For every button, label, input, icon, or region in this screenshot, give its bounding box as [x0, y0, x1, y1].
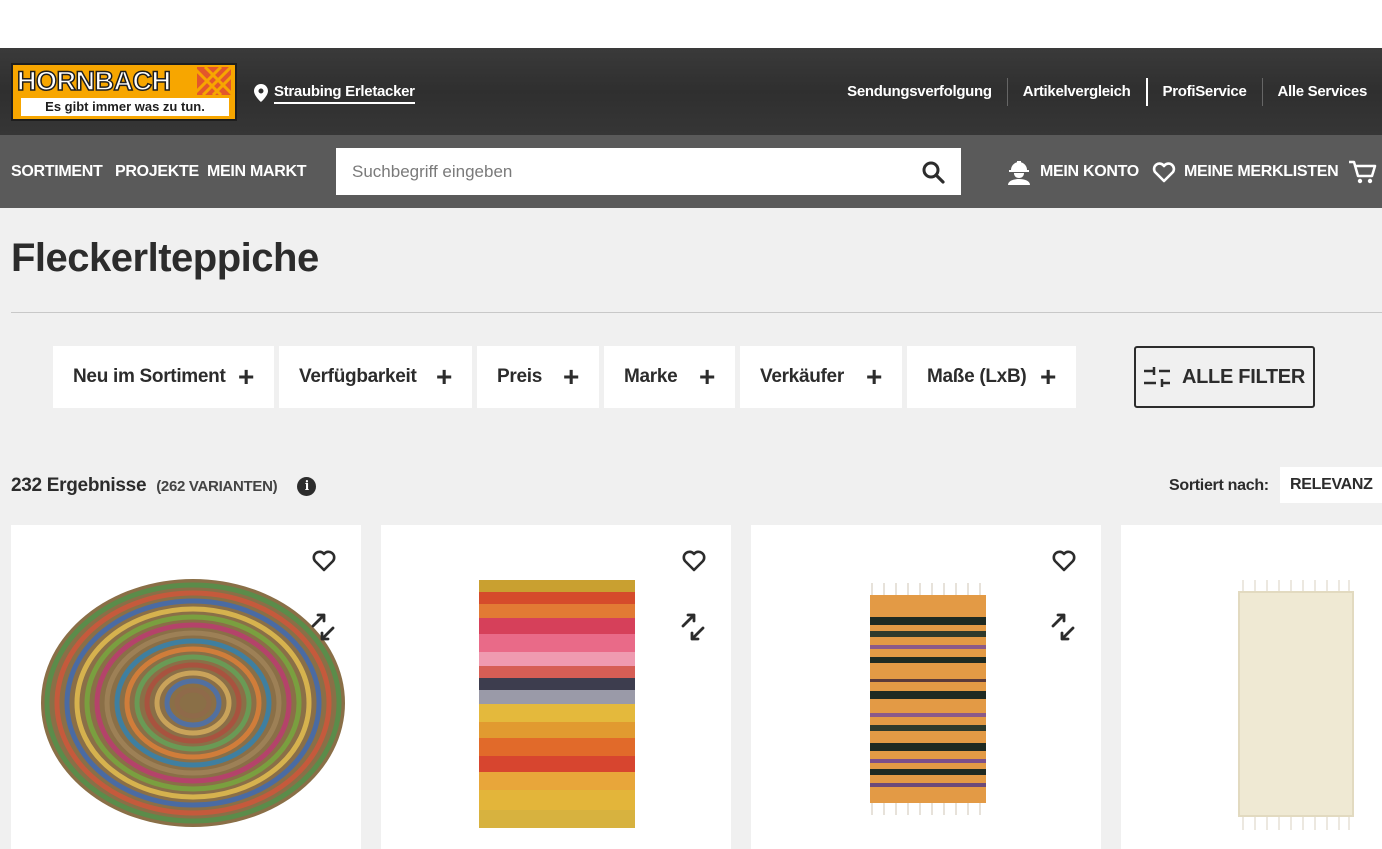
account-label: MEIN KONTO — [1040, 163, 1139, 180]
filter-label: Marke — [624, 366, 678, 387]
product-card[interactable] — [11, 525, 361, 849]
filter-label: Maße (LxB) — [927, 366, 1027, 387]
wishlist-label: MEINE MERKLISTEN — [1184, 163, 1339, 180]
title-divider — [11, 312, 1382, 313]
logo-slogan: Es gibt immer was zu tun. — [21, 98, 229, 116]
logo-stripes-icon — [197, 67, 231, 95]
filter-label: Neu im Sortiment — [73, 366, 226, 387]
filter-preis[interactable]: Preis + — [477, 346, 599, 408]
info-icon[interactable]: i — [297, 476, 317, 496]
plus-icon: + — [562, 361, 579, 392]
all-filters-button[interactable]: ALLE FILTER — [1134, 346, 1315, 408]
filter-verfuegbarkeit[interactable]: Verfügbarkeit + — [279, 346, 472, 408]
store-name: Straubing Erletacker — [274, 83, 415, 104]
plus-icon: + — [1039, 361, 1056, 392]
heart-icon — [1152, 162, 1176, 183]
link-profiservice[interactable]: ProfiService — [1145, 78, 1262, 106]
plus-icon: + — [435, 361, 452, 392]
filter-masse[interactable]: Maße (LxB) + — [907, 346, 1076, 408]
sort-select[interactable]: RELEVANZ — [1280, 467, 1382, 503]
plus-icon: + — [865, 361, 882, 392]
worker-helmet-icon — [1008, 161, 1030, 185]
search-box — [336, 148, 961, 195]
link-alle-services[interactable]: Alle Services — [1261, 78, 1382, 106]
cart-button[interactable] — [1348, 158, 1382, 186]
link-sendungsverfolgung[interactable]: Sendungsverfolgung — [832, 78, 1007, 106]
round-braided-jute-rug — [41, 579, 345, 827]
nav-projekte[interactable]: PROJEKTE — [115, 160, 199, 184]
location-pin-icon — [254, 84, 268, 102]
sliders-icon — [1144, 367, 1170, 387]
filter-verkaeufer[interactable]: Verkäufer + — [740, 346, 902, 408]
account-button[interactable]: MEIN KONTO — [1006, 158, 1139, 186]
search-icon[interactable] — [921, 160, 945, 184]
results-summary: 232 Ergebnisse (262 VARIANTEN) i — [11, 472, 317, 500]
plus-icon: + — [237, 361, 254, 392]
sort-label: Sortiert nach: — [1169, 477, 1269, 494]
product-card[interactable] — [751, 525, 1101, 849]
all-filters-label: ALLE FILTER — [1182, 365, 1305, 388]
heart-icon[interactable] — [312, 549, 336, 573]
orange-black-striped-kilim-rug — [870, 583, 986, 815]
hornbach-logo[interactable]: HORNBACH Es gibt immer was zu tun. — [11, 63, 237, 121]
compare-arrows-icon[interactable] — [1050, 613, 1076, 641]
heart-icon[interactable] — [1052, 549, 1076, 573]
heart-icon[interactable] — [682, 549, 706, 573]
filter-neu-im-sortiment[interactable]: Neu im Sortiment + — [53, 346, 274, 408]
page-title: Fleckerlteppiche — [11, 236, 319, 280]
link-artikelvergleich[interactable]: Artikelvergleich — [1006, 78, 1146, 106]
wishlist-button[interactable]: MEINE MERKLISTEN — [1152, 158, 1339, 186]
search-input[interactable] — [336, 148, 896, 195]
compare-arrows-icon[interactable] — [680, 613, 706, 641]
filter-marke[interactable]: Marke + — [604, 346, 735, 408]
store-selector[interactable]: Straubing Erletacker — [254, 81, 415, 105]
top-whitespace — [0, 0, 1382, 48]
colorful-striped-runner-rug — [479, 580, 635, 828]
filter-label: Verkäufer — [760, 366, 844, 387]
plus-icon: + — [698, 361, 715, 392]
compare-arrows-icon[interactable] — [310, 613, 336, 641]
nav-mein-markt[interactable]: MEIN MARKT — [207, 160, 307, 184]
cream-shaggy-rug — [1238, 580, 1354, 830]
filter-label: Preis — [497, 366, 542, 387]
filter-label: Verfügbarkeit — [299, 366, 417, 387]
logo-text: HORNBACH — [16, 66, 172, 96]
results-count: 232 Ergebnisse — [11, 475, 147, 496]
product-card[interactable] — [381, 525, 731, 849]
product-card[interactable] — [1121, 525, 1382, 849]
service-links: Sendungsverfolgung Artikelvergleich Prof… — [832, 78, 1382, 106]
cart-icon — [1349, 160, 1377, 184]
results-variants: (262 VARIANTEN) — [156, 477, 278, 495]
nav-sortiment[interactable]: SORTIMENT — [11, 160, 103, 184]
